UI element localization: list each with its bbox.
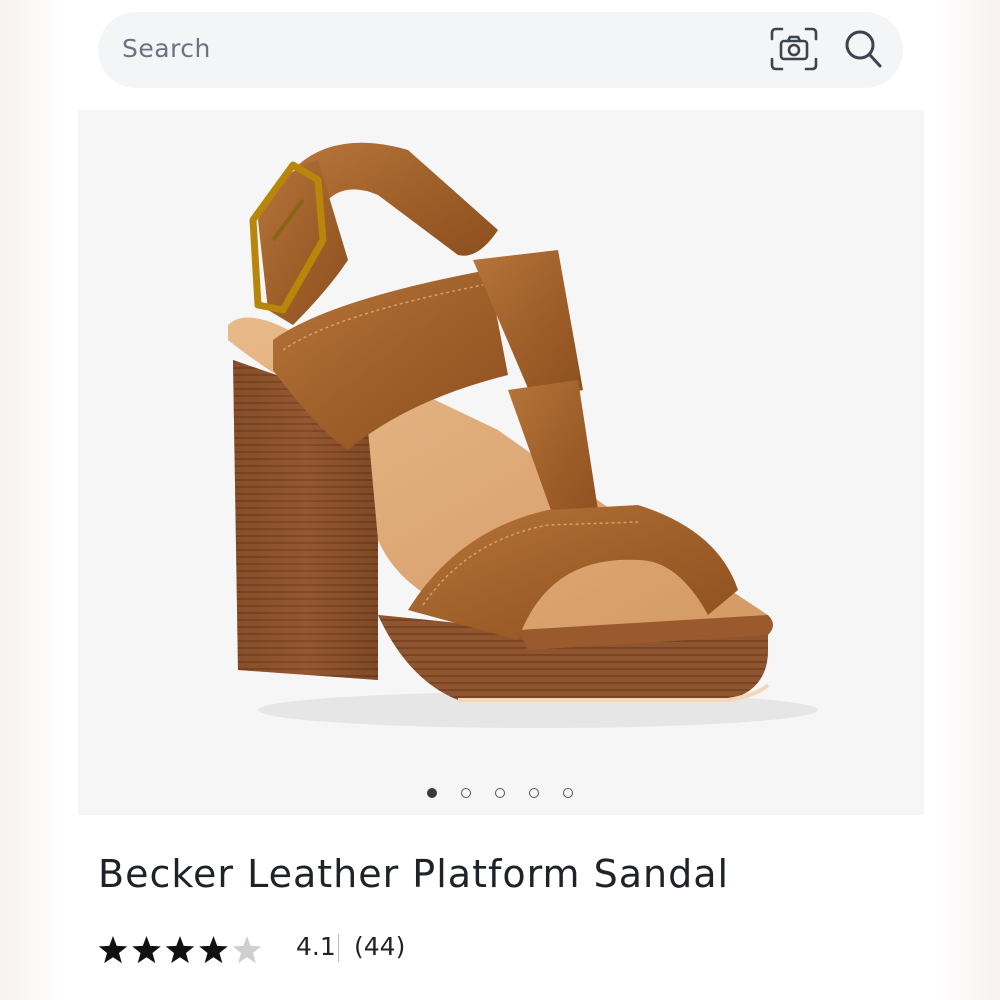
star-rating	[98, 936, 262, 964]
search-input[interactable]: Search	[122, 34, 211, 63]
camera-scan-icon[interactable]	[768, 25, 820, 73]
star-filled-icon	[165, 936, 195, 964]
carousel-dot-4[interactable]	[529, 788, 539, 798]
star-filled-icon	[199, 936, 228, 964]
rating-value: 4.1	[296, 932, 336, 961]
star-filled-icon	[132, 936, 161, 964]
carousel-dot-2[interactable]	[461, 788, 471, 798]
carousel-dot-1[interactable]	[427, 788, 437, 798]
sandal-illustration	[228, 142, 818, 728]
carousel-dot-5[interactable]	[563, 788, 573, 798]
image-carousel-dots	[0, 784, 1000, 804]
product-title: Becker Leather Platform Sandal	[98, 852, 730, 896]
star-empty-icon	[232, 936, 262, 964]
rating-divider	[338, 934, 339, 962]
edge-shadow-right	[940, 0, 1000, 1000]
carousel-dot-3[interactable]	[495, 788, 505, 798]
search-icon[interactable]	[842, 26, 886, 72]
review-count[interactable]: (44)	[354, 932, 405, 961]
edge-shadow-left	[0, 0, 60, 1000]
product-page: Search Becker Leather Platform Sandal 4.…	[0, 0, 1000, 1000]
product-rating[interactable]: 4.1 (44)	[98, 928, 798, 972]
product-image[interactable]	[78, 110, 924, 815]
search-bar[interactable]: Search	[98, 12, 903, 88]
star-filled-icon	[98, 936, 128, 964]
